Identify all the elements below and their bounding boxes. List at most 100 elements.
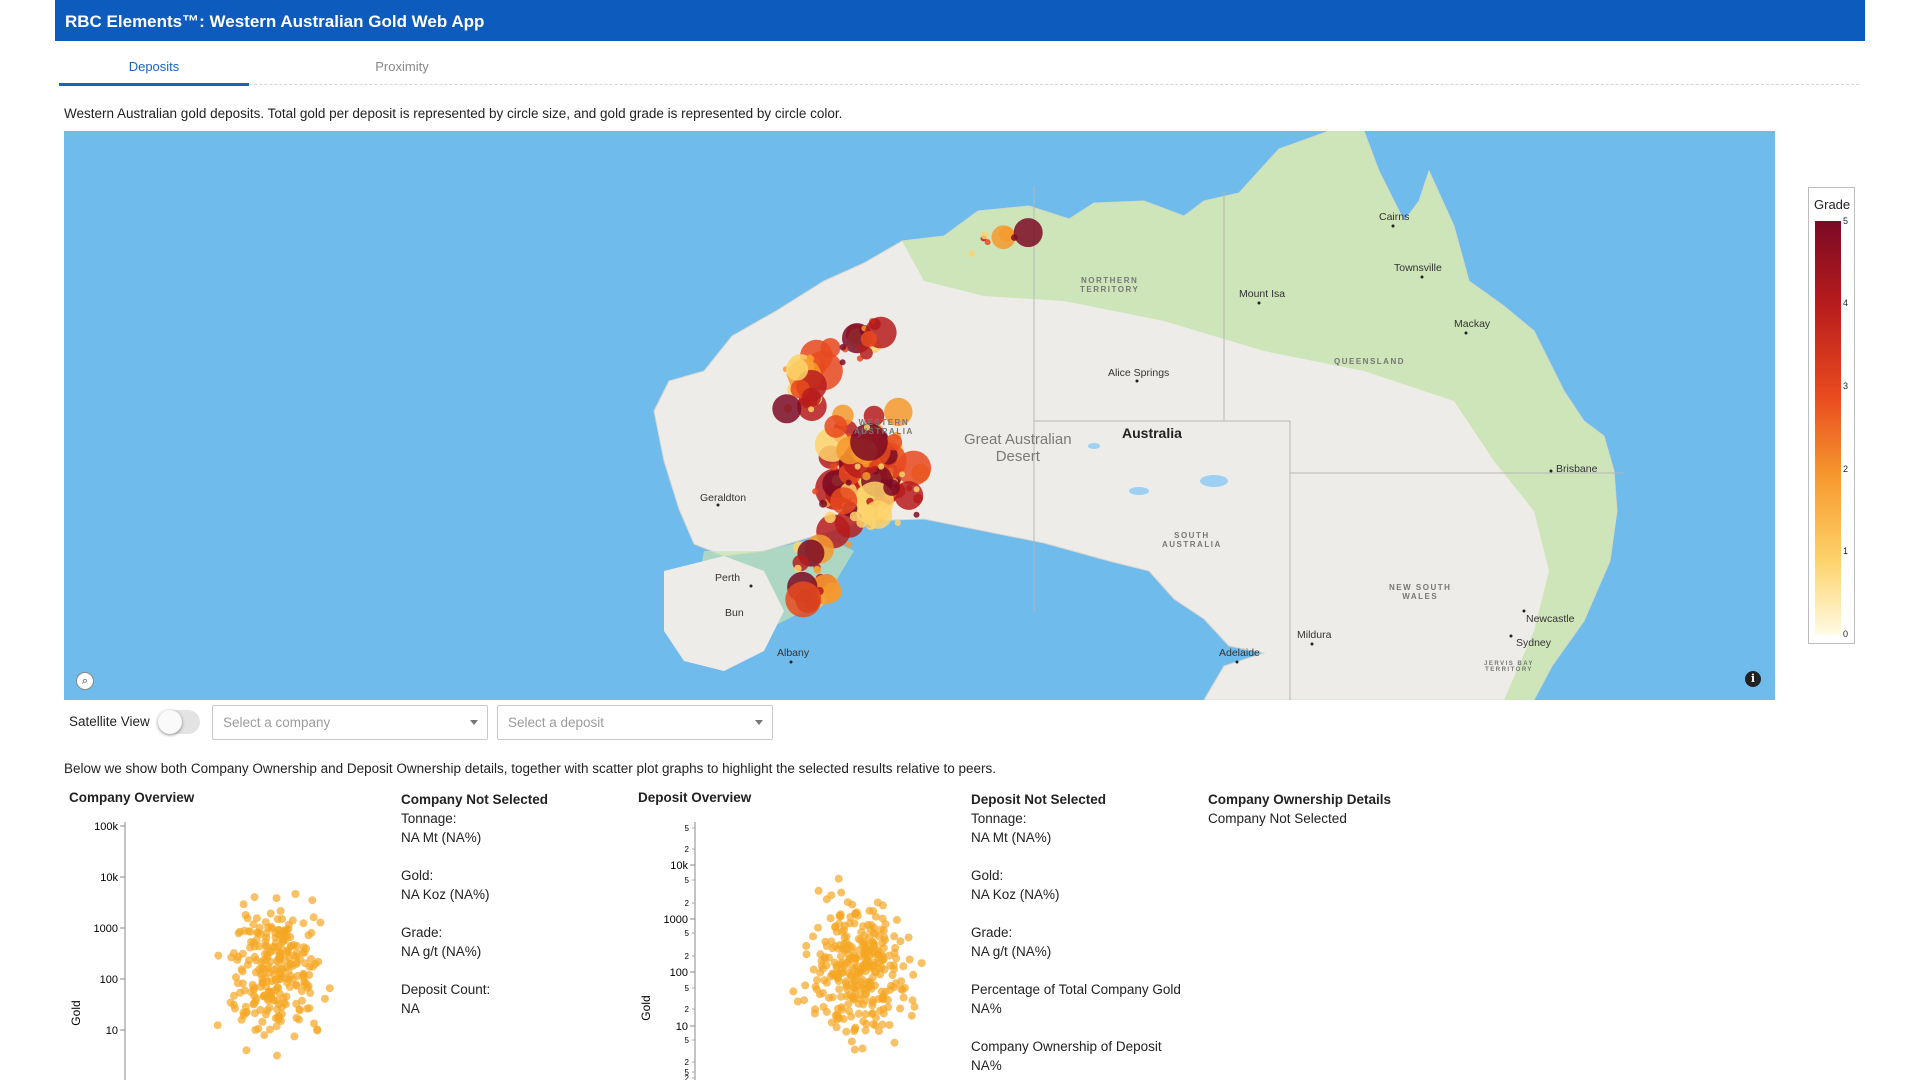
scatter-point bbox=[292, 980, 300, 989]
y-tick-label: 10k bbox=[100, 872, 118, 884]
ownership-value: Company Not Selected bbox=[1208, 811, 1347, 826]
deposit-circle bbox=[984, 239, 991, 246]
company-scatter-plot[interactable]: 100k 10k 1000 100 10 Gold bbox=[64, 808, 384, 1080]
deposit-count-label: Deposit Count: bbox=[401, 982, 491, 997]
scatter-point bbox=[269, 996, 278, 1005]
country-label: Australia bbox=[1122, 425, 1182, 441]
scatter-point bbox=[897, 977, 906, 986]
legend-title: Grade bbox=[1814, 197, 1851, 212]
scatter-point bbox=[847, 945, 856, 954]
scatter-point bbox=[291, 890, 300, 898]
scatter-point bbox=[835, 941, 844, 950]
deposit-circle bbox=[806, 354, 814, 361]
region-label-nt: NORTHERN TERRITORY bbox=[1080, 276, 1140, 294]
tonnage-label: Tonnage: bbox=[401, 811, 457, 826]
deposit-circle bbox=[968, 250, 975, 257]
deposit-circle bbox=[913, 511, 920, 518]
ownership-title: Company Ownership Details bbox=[1208, 792, 1392, 807]
scatter-point bbox=[826, 914, 835, 923]
scatter-point bbox=[909, 970, 918, 979]
scatter-point bbox=[303, 1004, 312, 1013]
deposit-map[interactable]: NORTHERN TERRITORY WESTERN AUSTRALIA QUEEN… bbox=[64, 131, 1775, 700]
y-tick-label: 10k bbox=[670, 860, 688, 872]
scatter-point bbox=[858, 941, 867, 950]
scatter-point bbox=[840, 933, 849, 942]
app-title-bar: RBC Elements™: Western Australian Gold W… bbox=[55, 0, 1865, 41]
scatter-point bbox=[239, 900, 248, 909]
city-marker bbox=[1310, 642, 1314, 646]
y-axis-ticks: 10k100010010525252525252 bbox=[664, 824, 695, 1080]
y-axis-label: Gold bbox=[69, 1000, 83, 1025]
scatter-point bbox=[907, 1011, 916, 1020]
deposit-circle bbox=[785, 581, 822, 618]
scatter-point bbox=[250, 893, 259, 902]
deposit-circle bbox=[863, 500, 893, 529]
deposit-scatter-plot[interactable]: 10k100010010525252525252 Gold bbox=[634, 808, 954, 1080]
deposit-circle bbox=[899, 471, 906, 478]
scatter-point bbox=[266, 1025, 274, 1034]
scatter-point bbox=[891, 943, 900, 952]
scatter-point bbox=[299, 943, 308, 952]
deposit-circle bbox=[913, 486, 920, 493]
intro-text: Western Australian gold deposits. Total … bbox=[64, 106, 843, 121]
scatter-point bbox=[869, 1020, 878, 1029]
scatter-point bbox=[818, 964, 827, 973]
city-label-albany: Albany bbox=[777, 647, 810, 659]
scatter-point bbox=[288, 916, 297, 925]
scatter-point bbox=[835, 985, 844, 994]
scatter-point bbox=[229, 949, 238, 958]
scatter-point bbox=[306, 988, 315, 997]
map-canvas[interactable] bbox=[64, 131, 1775, 700]
city-label-geraldton: Geraldton bbox=[700, 492, 747, 504]
deposit-circle bbox=[819, 499, 828, 508]
scatter-point bbox=[822, 978, 831, 987]
deposit-select[interactable]: Select a deposit bbox=[497, 705, 773, 740]
scatter-point bbox=[793, 997, 802, 1006]
city-label-adelaide: Adelaide bbox=[1219, 647, 1260, 659]
satellite-view-toggle[interactable] bbox=[158, 710, 200, 734]
scatter-point bbox=[241, 1008, 250, 1017]
deposit-circle bbox=[894, 519, 901, 526]
scatter-point bbox=[810, 1009, 819, 1018]
scatter-point bbox=[842, 979, 850, 988]
y-minor-label: 5 bbox=[685, 1036, 690, 1045]
scatter-point bbox=[314, 957, 323, 966]
scatter-point bbox=[868, 973, 877, 982]
scatter-point bbox=[899, 962, 908, 971]
scatter-point bbox=[801, 981, 810, 990]
details-description: Below we show both Company Ownership and… bbox=[64, 761, 996, 776]
scatter-point bbox=[860, 985, 869, 994]
deposit-circle bbox=[860, 346, 873, 360]
city-label-bunbury: Bun bbox=[725, 607, 744, 619]
grade-value: NA g/t (NA%) bbox=[401, 944, 482, 959]
tab-deposits[interactable]: Deposits bbox=[59, 54, 249, 86]
city-marker bbox=[1509, 634, 1513, 638]
chevron-down-icon bbox=[755, 720, 763, 725]
legend-tick: 5 bbox=[1843, 216, 1849, 226]
scatter-point bbox=[276, 907, 285, 915]
toggle-knob bbox=[158, 710, 182, 734]
scatter-point bbox=[278, 915, 287, 923]
scatter-point bbox=[819, 989, 827, 997]
tab-proximity[interactable]: Proximity bbox=[307, 54, 497, 83]
company-ownership-details: Company Ownership Details Company Not Se… bbox=[1208, 790, 1391, 828]
info-icon[interactable]: i bbox=[1745, 671, 1761, 687]
scatter-point bbox=[237, 965, 246, 974]
y-tick-label: 1000 bbox=[94, 923, 118, 935]
search-icon[interactable]: ⌕ bbox=[76, 672, 94, 690]
deposit-circle bbox=[812, 488, 819, 495]
y-tick-label: 100k bbox=[94, 821, 118, 833]
scatter-point bbox=[858, 1044, 867, 1053]
scatter-point bbox=[827, 1018, 836, 1027]
scatter-point bbox=[850, 1045, 859, 1054]
scatter-point bbox=[308, 896, 317, 905]
city-marker bbox=[1391, 224, 1395, 228]
scatter-point bbox=[238, 949, 247, 958]
city-marker bbox=[1549, 469, 1553, 473]
scatter-point bbox=[251, 1026, 260, 1034]
lake bbox=[1200, 475, 1228, 487]
scatter-point bbox=[272, 956, 281, 965]
scatter-point bbox=[831, 923, 840, 932]
company-select[interactable]: Select a company bbox=[212, 705, 488, 740]
deposit-details-title: Deposit Not Selected bbox=[971, 792, 1107, 807]
